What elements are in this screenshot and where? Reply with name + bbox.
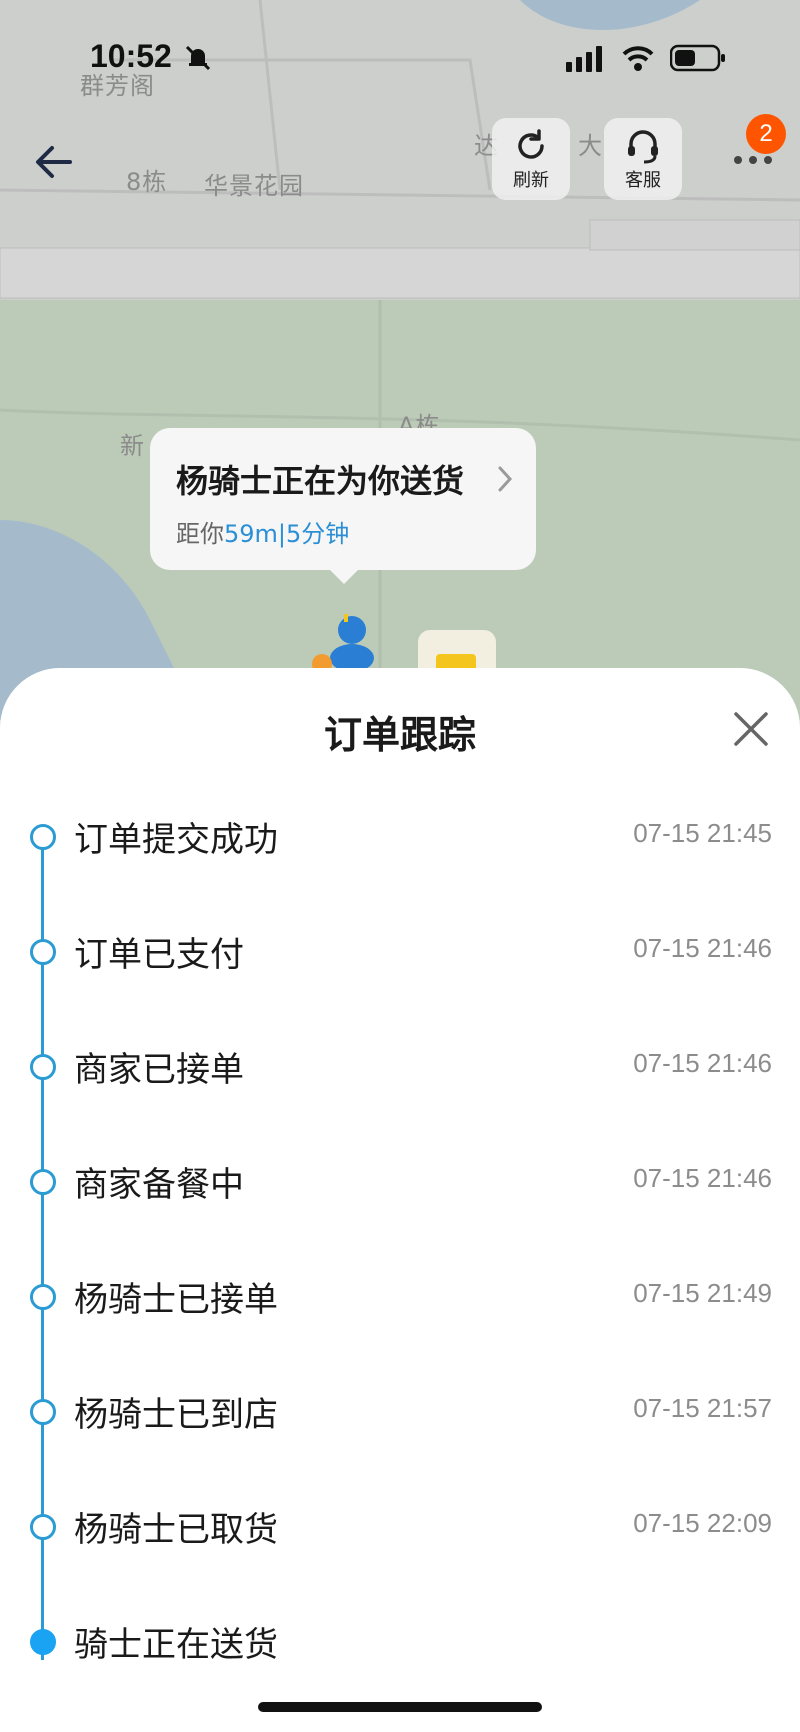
delivery-map[interactable]: 群芳阁 8栋 华景花园 新 A栋 达 大 bbox=[0, 0, 800, 720]
step-label: 订单提交成功 bbox=[74, 820, 278, 860]
service-label: 客服 bbox=[625, 170, 661, 191]
step-dot-icon bbox=[30, 1169, 56, 1195]
step-time: 07-15 21:49 bbox=[633, 1278, 772, 1308]
status-time: 10:52 bbox=[90, 38, 172, 74]
timeline-step: 杨骑士已接单 07-15 21:49 bbox=[0, 1272, 800, 1352]
timeline-step: 订单已支付 07-15 21:46 bbox=[0, 927, 800, 1007]
eta-value: 5分钟 bbox=[286, 520, 350, 548]
step-label: 杨骑士已接单 bbox=[74, 1280, 278, 1320]
distance-value: 59m bbox=[224, 520, 278, 548]
step-dot-icon bbox=[30, 1399, 56, 1425]
step-dot-icon bbox=[30, 1514, 56, 1540]
notification-badge: 2 bbox=[746, 114, 786, 154]
order-tracking-sheet: 订单跟踪 订单提交成功 07-15 21:45 订单已支付 07-15 21:4… bbox=[0, 668, 800, 1732]
close-icon[interactable] bbox=[730, 708, 772, 750]
step-dot-icon bbox=[30, 1284, 56, 1310]
step-dot-icon bbox=[30, 1054, 56, 1080]
timeline-step: 商家备餐中 07-15 21:46 bbox=[0, 1157, 800, 1237]
step-label: 杨骑士已取货 bbox=[74, 1510, 278, 1550]
map-label: 华景花园 bbox=[204, 172, 304, 200]
back-arrow-icon[interactable] bbox=[30, 136, 82, 188]
timeline-step: 订单提交成功 07-15 21:45 bbox=[0, 812, 800, 892]
map-label: 8栋 bbox=[126, 168, 168, 196]
distance-prefix: 距你 bbox=[176, 520, 224, 548]
step-time: 07-15 21:46 bbox=[633, 1048, 772, 1078]
step-label: 商家已接单 bbox=[74, 1050, 244, 1090]
sheet-title: 订单跟踪 bbox=[323, 713, 476, 757]
step-time: 07-15 21:57 bbox=[633, 1393, 772, 1423]
cellular-signal-icon bbox=[566, 46, 602, 72]
map-label: 新 bbox=[120, 432, 145, 460]
chevron-right-icon bbox=[498, 466, 513, 492]
customer-service-button[interactable]: 客服 bbox=[604, 118, 682, 200]
home-indicator[interactable] bbox=[258, 1702, 542, 1712]
timeline-step: 商家已接单 07-15 21:46 bbox=[0, 1042, 800, 1122]
rider-status-title: 杨骑士正在为你送货 bbox=[176, 462, 465, 500]
rider-distance-line: 距你59m|5分钟 bbox=[176, 514, 349, 549]
step-time: 07-15 21:46 bbox=[633, 933, 772, 963]
wifi-icon bbox=[622, 46, 654, 71]
headset-icon bbox=[628, 130, 658, 164]
step-dot-icon bbox=[30, 939, 56, 965]
timeline-step-active: 骑士正在送货 bbox=[0, 1617, 800, 1697]
distance-separator: | bbox=[277, 520, 287, 548]
step-dot-icon bbox=[30, 824, 56, 850]
timeline-step: 杨骑士已到店 07-15 21:57 bbox=[0, 1387, 800, 1467]
step-label: 杨骑士已到店 bbox=[74, 1395, 278, 1435]
bell-muted-icon bbox=[185, 45, 211, 71]
active-step-dot-icon bbox=[30, 1629, 56, 1655]
step-label: 订单已支付 bbox=[74, 935, 244, 975]
rider-status-card[interactable]: 杨骑士正在为你送货 距你59m|5分钟 bbox=[150, 428, 536, 584]
map-graphics bbox=[0, 0, 800, 720]
step-time: 07-15 22:09 bbox=[633, 1508, 772, 1538]
map-label: 大 bbox=[578, 132, 603, 160]
step-time: 07-15 21:45 bbox=[633, 818, 772, 848]
timeline-step: 杨骑士已取货 07-15 22:09 bbox=[0, 1502, 800, 1582]
battery-icon bbox=[670, 44, 725, 72]
refresh-label: 刷新 bbox=[513, 170, 549, 191]
step-label: 骑士正在送货 bbox=[74, 1625, 278, 1665]
step-label: 商家备餐中 bbox=[74, 1165, 244, 1205]
step-time: 07-15 21:46 bbox=[633, 1163, 772, 1193]
refresh-button[interactable]: 刷新 bbox=[492, 118, 570, 200]
refresh-icon bbox=[518, 129, 544, 159]
